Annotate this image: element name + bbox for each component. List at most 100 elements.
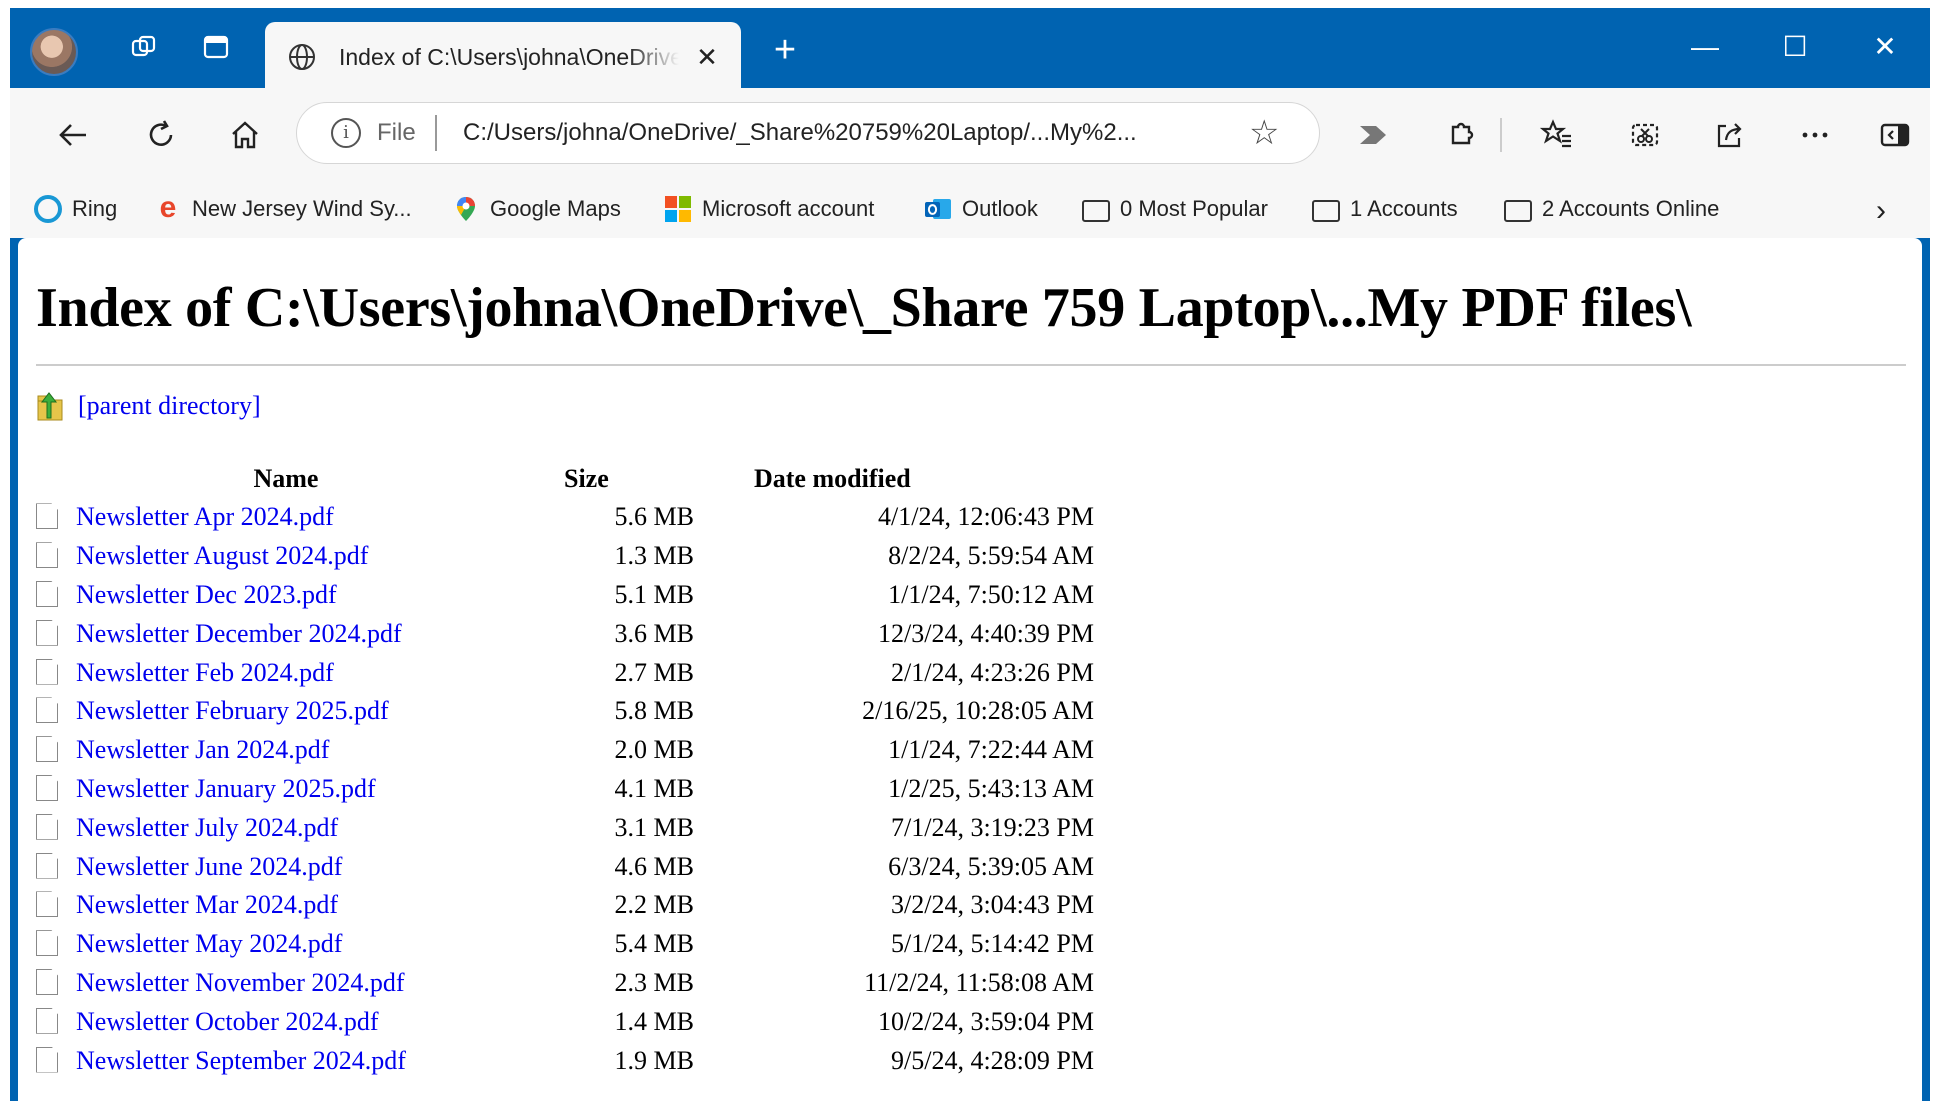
favorite-new-jersey-wind[interactable]: e New Jersey Wind Sy... [154, 190, 412, 228]
favorite-folder-accounts[interactable]: 1 Accounts [1312, 190, 1458, 228]
heading-divider [36, 364, 1906, 366]
globe-icon [289, 44, 315, 70]
favorite-label: 2 Accounts Online [1542, 196, 1720, 221]
minimize-button[interactable]: — [1670, 22, 1740, 72]
table-header-row: Name Size Date modified [36, 460, 1094, 498]
workspaces-icon[interactable] [118, 24, 170, 70]
screenshot-icon[interactable] [1618, 108, 1672, 162]
refresh-button[interactable] [134, 108, 188, 162]
favorite-label: Google Maps [490, 196, 621, 221]
date-column-header[interactable]: Date modified [694, 460, 1094, 498]
file-name-cell: Newsletter Mar 2024.pdf [36, 886, 536, 925]
file-name-cell: Newsletter February 2025.pdf [36, 692, 536, 731]
parent-directory-link[interactable]: [parent directory] [78, 391, 261, 421]
file-link[interactable]: Newsletter January 2025.pdf [76, 774, 376, 803]
file-size: 1.4 MB [614, 1006, 694, 1036]
file-link[interactable]: Newsletter August 2024.pdf [76, 541, 368, 570]
file-link[interactable]: Newsletter September 2024.pdf [76, 1046, 406, 1075]
favorites-bar: Ring e New Jersey Wind Sy... Google Maps… [10, 180, 1930, 238]
share-icon[interactable] [1702, 108, 1756, 162]
more-options-icon[interactable] [1788, 108, 1842, 162]
file-link[interactable]: Newsletter Dec 2023.pdf [76, 580, 337, 609]
chevron-right-icon[interactable]: › [1876, 194, 1886, 228]
file-link[interactable]: Newsletter July 2024.pdf [76, 813, 338, 842]
ring-icon [34, 195, 62, 223]
file-link[interactable]: Newsletter February 2025.pdf [76, 696, 389, 725]
file-link[interactable]: Newsletter June 2024.pdf [76, 852, 342, 881]
back-arrow-icon [59, 124, 86, 146]
file-icon [36, 774, 58, 801]
extensions-puzzle-icon[interactable] [1434, 108, 1488, 162]
file-date-modified: 10/2/24, 3:59:04 PM [878, 1006, 1094, 1036]
favorites-list-icon[interactable] [1530, 108, 1584, 162]
back-button[interactable] [46, 108, 100, 162]
file-date-modified: 4/1/24, 12:06:43 PM [878, 502, 1094, 532]
file-name-cell: Newsletter June 2024.pdf [36, 847, 536, 886]
file-link[interactable]: Newsletter October 2024.pdf [76, 1007, 379, 1036]
file-name-cell: Newsletter May 2024.pdf [36, 925, 536, 964]
address-scheme: File [377, 119, 416, 146]
file-name-cell: Newsletter January 2025.pdf [36, 770, 536, 809]
file-link[interactable]: Newsletter Apr 2024.pdf [76, 502, 334, 531]
table-row: Newsletter August 2024.pdf 1.3 MB 8/2/24, … [36, 537, 1094, 576]
favorite-google-maps[interactable]: Google Maps [452, 190, 621, 228]
address-separator [435, 115, 437, 151]
file-link[interactable]: Newsletter May 2024.pdf [76, 929, 342, 958]
site-info-icon[interactable]: i [331, 118, 361, 148]
vertical-tabs-icon[interactable] [190, 24, 242, 70]
file-date-modified: 2/16/25, 10:28:05 AM [862, 696, 1094, 726]
close-window-button[interactable]: ✕ [1850, 22, 1920, 72]
address-bar[interactable]: i File C:/Users/johna/OneDrive/_Share%20… [296, 102, 1320, 164]
file-icon [36, 852, 58, 879]
home-button[interactable] [218, 108, 272, 162]
favorite-label: Ring [72, 196, 118, 221]
favorite-star-icon[interactable]: ☆ [1249, 113, 1279, 153]
file-link[interactable]: Newsletter November 2024.pdf [76, 968, 405, 997]
favorite-label: 1 Accounts [1350, 196, 1458, 221]
file-date-modified: 2/1/24, 4:23:26 PM [891, 657, 1094, 687]
file-icon [36, 1007, 58, 1034]
file-date-modified: 8/2/24, 5:59:54 AM [888, 541, 1094, 571]
new-tab-button[interactable]: + [762, 28, 808, 74]
table-row: Newsletter June 2024.pdf 4.6 MB 6/3/24, 5:… [36, 847, 1094, 886]
toolbar-divider [1500, 118, 1502, 152]
file-size: 2.2 MB [614, 890, 694, 920]
parent-folder-up-icon [37, 392, 63, 421]
favorite-ring[interactable]: Ring [34, 190, 117, 228]
file-size: 1.9 MB [614, 1045, 694, 1075]
extension-arrow-icon[interactable] [1346, 108, 1400, 162]
browser-window: Index of C:\Users\johna\OneDrive\_Share … [10, 8, 1930, 1101]
favorite-folder-most-popular[interactable]: 0 Most Popular [1082, 190, 1268, 228]
folder-icon [1082, 200, 1110, 222]
file-link[interactable]: Newsletter Jan 2024.pdf [76, 735, 329, 764]
file-icon [36, 891, 58, 918]
file-size: 4.1 MB [614, 773, 694, 803]
tab-active[interactable]: Index of C:\Users\johna\OneDrive\_Share … [265, 22, 741, 90]
file-size: 1.3 MB [614, 541, 694, 571]
sidebar-toggle-icon[interactable] [1868, 108, 1922, 162]
name-column-header[interactable]: Name [36, 460, 536, 498]
favorite-label: New Jersey Wind Sy... [192, 196, 412, 221]
folder-icon [1504, 200, 1532, 222]
favorite-outlook[interactable]: Outlook [924, 190, 1038, 228]
outlook-icon [925, 199, 951, 219]
file-icon [36, 1046, 58, 1073]
favorite-microsoft-account[interactable]: Microsoft account [664, 190, 874, 228]
file-icon [36, 503, 58, 530]
size-column-header[interactable]: Size [536, 460, 694, 498]
maximize-button[interactable]: ☐ [1760, 22, 1830, 72]
file-link[interactable]: Newsletter Mar 2024.pdf [76, 890, 338, 919]
table-row: Newsletter Jan 2024.pdf 2.0 MB 1/1/24, 7:2… [36, 731, 1094, 770]
file-date-modified: 1/1/24, 7:50:12 AM [888, 579, 1094, 609]
file-name-cell: Newsletter December 2024.pdf [36, 614, 536, 653]
file-link[interactable]: Newsletter Feb 2024.pdf [76, 658, 334, 687]
file-link[interactable]: Newsletter December 2024.pdf [76, 619, 402, 648]
file-date-modified: 9/5/24, 4:28:09 PM [891, 1045, 1094, 1075]
file-date-modified: 3/2/24, 3:04:43 PM [891, 890, 1094, 920]
file-size: 5.6 MB [614, 502, 694, 532]
tab-close-icon[interactable]: ✕ [690, 40, 724, 74]
address-url[interactable]: C:/Users/johna/OneDrive/_Share%20759%20L… [463, 118, 1137, 148]
file-date-modified: 5/1/24, 5:14:42 PM [891, 929, 1094, 959]
profile-avatar[interactable] [30, 28, 78, 76]
favorite-folder-accounts-online[interactable]: 2 Accounts Online [1504, 190, 1719, 228]
